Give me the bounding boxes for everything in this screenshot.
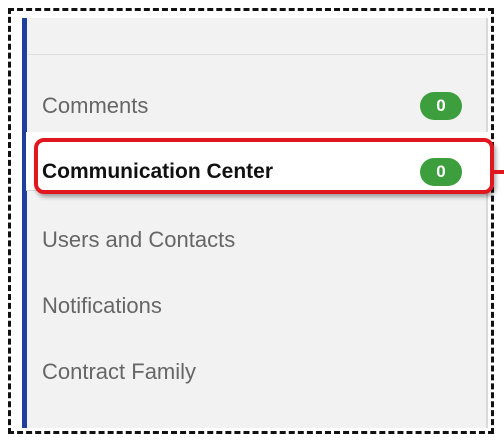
- sidebar-item-label: Contract Family: [42, 359, 197, 384]
- sidebar-accent-bar: [22, 18, 27, 428]
- callout-arrow-stub: [492, 170, 504, 174]
- sidebar-edge: [486, 18, 488, 428]
- highlight-box: [34, 138, 494, 194]
- sidebar-item-label: Comments: [42, 93, 149, 118]
- sidebar-item-comments[interactable]: Comments 0: [42, 86, 462, 126]
- sidebar-item-label: Users and Contacts: [42, 227, 236, 252]
- count-badge: 0: [420, 92, 462, 120]
- sidebar-divider: [28, 54, 488, 55]
- sidebar-item-users-and-contacts[interactable]: Users and Contacts: [42, 220, 462, 260]
- sidebar-item-notifications[interactable]: Notifications: [42, 286, 462, 326]
- sidebar-item-label: Notifications: [42, 293, 162, 318]
- sidebar-item-contract-family[interactable]: Contract Family: [42, 352, 462, 392]
